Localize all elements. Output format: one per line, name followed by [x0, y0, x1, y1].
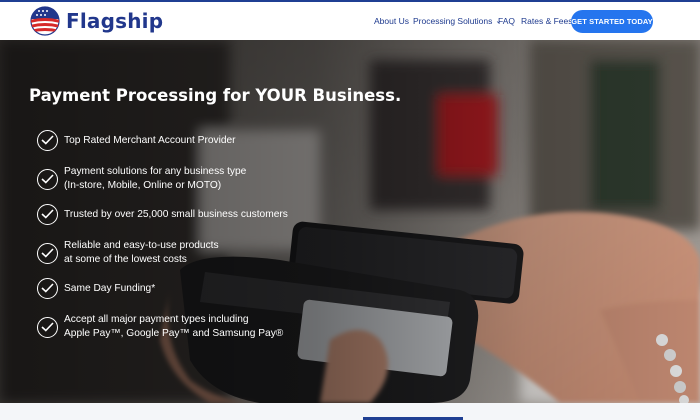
next-section-strip — [0, 403, 700, 420]
feature-text: Trusted by over 25,000 small business cu… — [64, 208, 288, 222]
feature-text: Accept all major payment types including… — [64, 313, 283, 341]
feature-item: Reliable and easy-to-use products at som… — [37, 240, 219, 267]
feature-line: at some of the lowest costs — [64, 254, 187, 265]
get-started-button[interactable]: GET STARTED TODAY — [571, 10, 653, 33]
nav-faq[interactable]: FAQ — [498, 16, 515, 26]
feature-item: Trusted by over 25,000 small business cu… — [37, 204, 288, 225]
feature-text: Payment solutions for any business type … — [64, 165, 246, 193]
feature-text: Reliable and easy-to-use products at som… — [64, 239, 219, 267]
feature-text: Top Rated Merchant Account Provider — [64, 134, 236, 148]
feature-line: Trusted by over 25,000 small business cu… — [64, 209, 288, 220]
flag-globe-icon — [30, 6, 60, 36]
nav-about-us[interactable]: About Us — [374, 16, 409, 26]
check-circle-icon — [37, 278, 58, 299]
feature-line: Payment solutions for any business type — [64, 166, 247, 177]
feature-item: Payment solutions for any business type … — [37, 166, 246, 193]
nav-processing-solutions[interactable]: Processing Solutions ⌄ — [413, 16, 501, 26]
nav-rates-fees[interactable]: Rates & Fees — [521, 16, 573, 26]
brand-name: Flagship — [66, 9, 164, 33]
feature-item: Top Rated Merchant Account Provider — [37, 130, 236, 151]
feature-line: Accept all major payment types including — [64, 314, 249, 325]
hero-section: Payment Processing for YOUR Business. To… — [0, 40, 700, 403]
feature-line: (In-store, Mobile, Online or MOTO) — [64, 180, 222, 191]
feature-item: Accept all major payment types including… — [37, 314, 283, 341]
feature-line: Top Rated Merchant Account Provider — [64, 135, 236, 146]
site-header: Flagship About Us Processing Solutions ⌄ … — [0, 2, 700, 40]
check-circle-icon — [37, 243, 58, 264]
check-circle-icon — [37, 130, 58, 151]
hero-title: Payment Processing for YOUR Business. — [29, 86, 402, 105]
check-circle-icon — [37, 204, 58, 225]
check-circle-icon — [37, 169, 58, 190]
feature-line: Reliable and easy-to-use products — [64, 240, 219, 251]
brand-logo[interactable]: Flagship — [30, 6, 163, 36]
nav-processing-solutions-label: Processing Solutions — [413, 16, 493, 26]
feature-item: Same Day Funding* — [37, 278, 155, 299]
feature-line: Apple Pay™, Google Pay™ and Samsung Pay® — [64, 328, 284, 339]
feature-text: Same Day Funding* — [64, 282, 155, 296]
check-circle-icon — [37, 317, 58, 338]
feature-line: Same Day Funding* — [64, 283, 156, 294]
